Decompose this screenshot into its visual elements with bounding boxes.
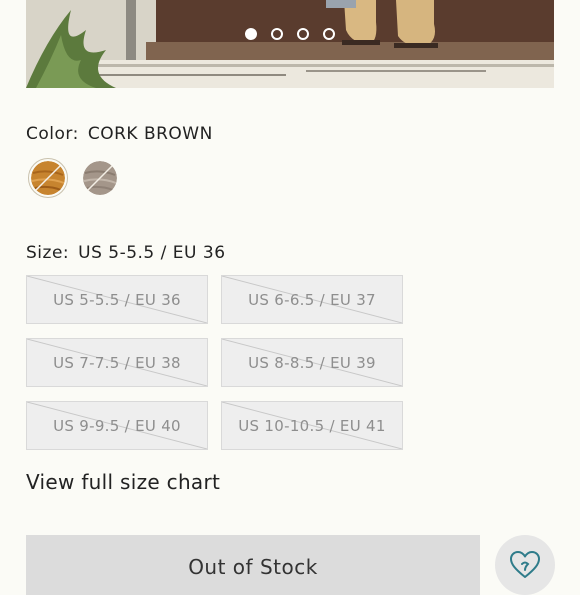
carousel-dot-2[interactable] xyxy=(271,28,283,40)
size-option-label: US 6-6.5 / EU 37 xyxy=(248,290,376,309)
carousel-dot-4[interactable] xyxy=(323,28,335,40)
size-option-label: US 5-5.5 / EU 36 xyxy=(53,290,181,309)
size-option-label: US 9-9.5 / EU 40 xyxy=(53,416,181,435)
wishlist-button[interactable] xyxy=(495,535,555,595)
taupe-swatch-graphic xyxy=(83,161,117,195)
swatch-taupe[interactable] xyxy=(83,161,117,195)
size-option-label: US 10-10.5 / EU 41 xyxy=(238,416,386,435)
out-of-stock-button[interactable]: Out of Stock xyxy=(26,535,480,595)
size-option-us8-eu39[interactable]: US 8-8.5 / EU 39 xyxy=(221,338,403,387)
carousel-dot-1[interactable] xyxy=(245,28,257,40)
size-option-label: US 8-8.5 / EU 39 xyxy=(248,353,376,372)
product-image-carousel[interactable] xyxy=(26,0,554,88)
swatch-cork-brown[interactable] xyxy=(28,158,68,198)
product-photo xyxy=(26,0,554,88)
cork-swatch-graphic xyxy=(31,161,65,195)
size-option-us6-eu37[interactable]: US 6-6.5 / EU 37 xyxy=(221,275,403,324)
carousel-dots xyxy=(26,28,554,40)
size-chart-link[interactable]: View full size chart xyxy=(26,470,220,494)
carousel-dot-3[interactable] xyxy=(297,28,309,40)
size-option-us10-eu41[interactable]: US 10-10.5 / EU 41 xyxy=(221,401,403,450)
size-value: US 5-5.5 / EU 36 xyxy=(78,243,226,263)
color-value: CORK BROWN xyxy=(87,124,213,144)
color-label-row: Color: CORK BROWN xyxy=(26,124,213,144)
size-option-us7-eu38[interactable]: US 7-7.5 / EU 38 xyxy=(26,338,208,387)
size-option-label: US 7-7.5 / EU 38 xyxy=(53,353,181,372)
size-label: Size: xyxy=(26,243,70,263)
heart-plus-icon xyxy=(510,551,540,578)
size-option-us5-eu36[interactable]: US 5-5.5 / EU 36 xyxy=(26,275,208,324)
size-label-row: Size: US 5-5.5 / EU 36 xyxy=(26,243,226,263)
color-label: Color: xyxy=(26,124,79,144)
size-option-us9-eu40[interactable]: US 9-9.5 / EU 40 xyxy=(26,401,208,450)
